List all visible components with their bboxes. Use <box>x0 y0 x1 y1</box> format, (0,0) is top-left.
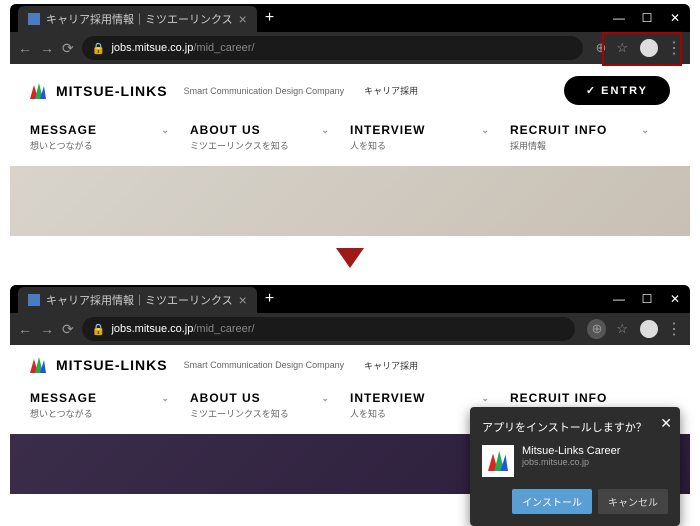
forward-button[interactable]: → <box>40 40 54 56</box>
close-tab-icon[interactable]: × <box>239 11 247 27</box>
nav-message[interactable]: MESSAGE⌄想いとつながる <box>30 119 190 156</box>
minimize-icon[interactable]: — <box>612 292 626 306</box>
app-domain: jobs.mitsue.co.jp <box>522 457 620 467</box>
new-tab-button[interactable]: + <box>265 9 274 27</box>
logo-icon <box>30 83 46 99</box>
url-domain: jobs.mitsue.co.jp <box>111 323 193 335</box>
install-button[interactable]: インストール <box>512 489 592 514</box>
favicon <box>28 294 40 306</box>
breadcrumb: キャリア採用 <box>364 359 418 372</box>
logo-icon <box>30 357 46 373</box>
tagline: Smart Communication Design Company <box>184 360 345 370</box>
back-button[interactable]: ← <box>18 321 32 337</box>
toolbar: ← → ⟳ 🔒 jobs.mitsue.co.jp/mid_career/ ⊕ … <box>10 313 690 345</box>
reload-button[interactable]: ⟳ <box>62 321 74 338</box>
brand-name: MITSUE-LINKS <box>56 83 168 99</box>
bookmark-icon[interactable]: ☆ <box>616 321 628 337</box>
browser-tab[interactable]: キャリア採用情報｜ミツエーリンクス × <box>18 6 257 32</box>
menu-icon[interactable]: ⋮ <box>666 319 682 339</box>
maximize-icon[interactable]: ☐ <box>640 292 654 306</box>
toolbar: ← → ⟳ 🔒 jobs.mitsue.co.jp/mid_career/ ⊕ … <box>10 32 690 64</box>
nav-recruit[interactable]: RECRUIT INFO⌄採用情報 <box>510 119 670 156</box>
lock-icon: 🔒 <box>92 42 106 55</box>
close-window-icon[interactable]: ✕ <box>668 292 682 306</box>
check-icon: ✓ <box>586 84 597 97</box>
lock-icon: 🔒 <box>92 323 106 336</box>
entry-label: ENTRY <box>601 85 648 97</box>
page-content: MITSUE-LINKS Smart Communication Design … <box>10 64 690 236</box>
close-tab-icon[interactable]: × <box>239 292 247 308</box>
highlight-box <box>602 32 682 66</box>
close-window-icon[interactable]: ✕ <box>668 11 682 25</box>
chevron-down-icon: ⌄ <box>161 125 170 136</box>
chevron-down-icon: ⌄ <box>481 125 490 136</box>
nav-about[interactable]: ABOUT US⌄ミツエーリンクスを知る <box>190 387 350 424</box>
url-bar[interactable]: 🔒 jobs.mitsue.co.jp/mid_career/ <box>82 36 584 60</box>
titlebar: キャリア採用情報｜ミツエーリンクス × + — ☐ ✕ <box>10 285 690 313</box>
url-domain: jobs.mitsue.co.jp <box>111 42 193 54</box>
chevron-down-icon: ⌄ <box>641 125 650 136</box>
chevron-down-icon: ⌄ <box>321 125 330 136</box>
nav-about[interactable]: ABOUT US⌄ミツエーリンクスを知る <box>190 119 350 156</box>
app-name: Mitsue-Links Career <box>522 445 620 457</box>
window-controls: — ☐ ✕ <box>612 292 682 306</box>
tab-title: キャリア採用情報｜ミツエーリンクス <box>46 292 233 308</box>
hero-image <box>10 166 690 236</box>
nav-interview[interactable]: INTERVIEW⌄人を知る <box>350 119 510 156</box>
brand: MITSUE-LINKS Smart Communication Design … <box>30 357 418 373</box>
browser-tab[interactable]: キャリア採用情報｜ミツエーリンクス × <box>18 287 257 313</box>
arrow-down-icon <box>0 236 700 285</box>
app-icon <box>482 445 514 477</box>
chevron-down-icon: ⌄ <box>321 393 330 404</box>
new-tab-button[interactable]: + <box>265 290 274 308</box>
browser-window-after: キャリア採用情報｜ミツエーリンクス × + — ☐ ✕ ← → ⟳ 🔒 jobs… <box>10 285 690 494</box>
install-app-icon[interactable]: ⊕ <box>587 319 606 339</box>
url-bar[interactable]: 🔒 jobs.mitsue.co.jp/mid_career/ <box>82 317 576 341</box>
popup-title: アプリをインストールしますか？ <box>482 419 668 435</box>
url-path: /mid_career/ <box>193 42 254 54</box>
browser-window-before: キャリア採用情報｜ミツエーリンクス × + — ☐ ✕ ← → ⟳ 🔒 jobs… <box>10 4 690 236</box>
minimize-icon[interactable]: — <box>612 11 626 25</box>
tab-title: キャリア採用情報｜ミツエーリンクス <box>46 11 233 27</box>
cancel-button[interactable]: キャンセル <box>598 489 668 514</box>
page-content: ✕ アプリをインストールしますか？ Mitsue-Links Career jo… <box>10 345 690 494</box>
breadcrumb: キャリア採用 <box>364 84 418 97</box>
popup-close-icon[interactable]: ✕ <box>660 415 672 432</box>
chevron-down-icon: ⌄ <box>481 393 490 404</box>
reload-button[interactable]: ⟳ <box>62 40 74 57</box>
entry-button[interactable]: ✓ ENTRY <box>564 76 670 105</box>
titlebar: キャリア採用情報｜ミツエーリンクス × + — ☐ ✕ <box>10 4 690 32</box>
favicon <box>28 13 40 25</box>
brand-name: MITSUE-LINKS <box>56 357 168 373</box>
brand: MITSUE-LINKS Smart Communication Design … <box>30 83 418 99</box>
url-path: /mid_career/ <box>193 323 254 335</box>
tagline: Smart Communication Design Company <box>184 86 345 96</box>
window-controls: — ☐ ✕ <box>612 11 682 25</box>
forward-button[interactable]: → <box>40 321 54 337</box>
main-nav: MESSAGE⌄想いとつながる ABOUT US⌄ミツエーリンクスを知る INT… <box>30 119 670 156</box>
install-popup: ✕ アプリをインストールしますか？ Mitsue-Links Career jo… <box>470 407 680 526</box>
chevron-down-icon: ⌄ <box>161 393 170 404</box>
maximize-icon[interactable]: ☐ <box>640 11 654 25</box>
nav-message[interactable]: MESSAGE⌄想いとつながる <box>30 387 190 424</box>
back-button[interactable]: ← <box>18 40 32 56</box>
profile-avatar[interactable] <box>640 320 658 338</box>
